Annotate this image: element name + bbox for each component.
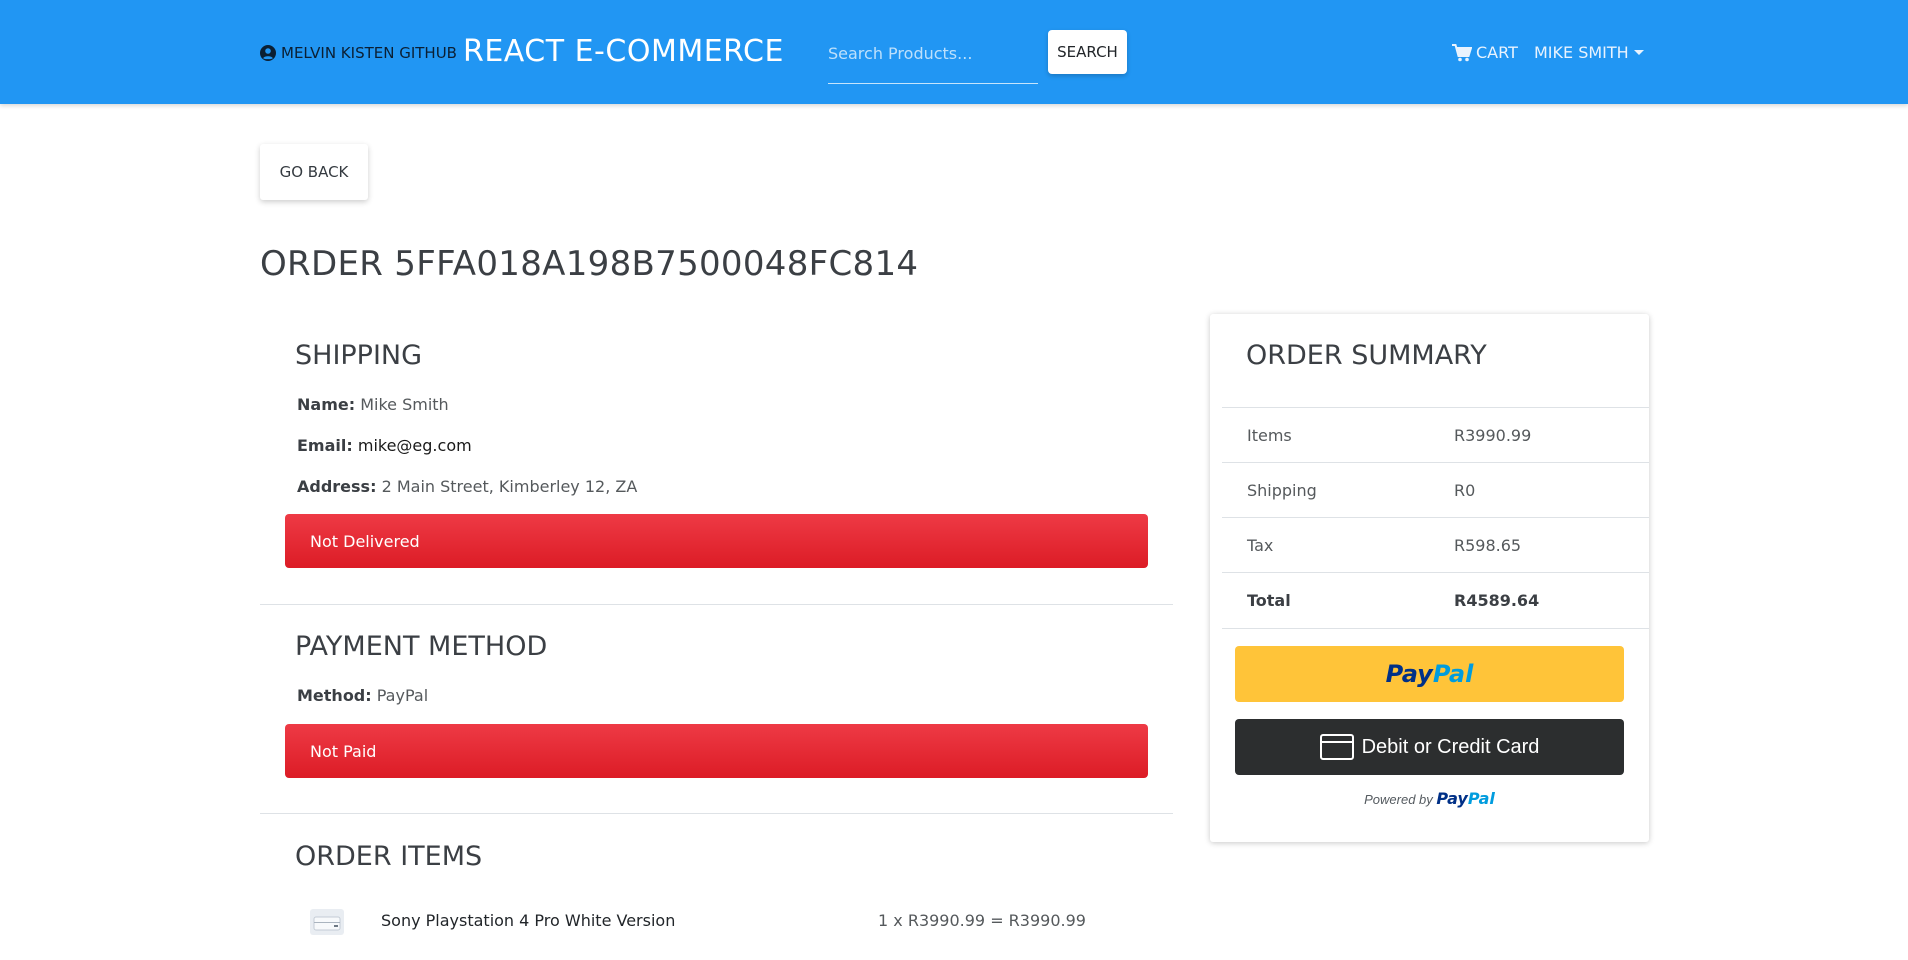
summary-divider [1222,628,1649,629]
go-back-button[interactable]: GO BACK [260,144,368,200]
shipping-address: Address: 2 Main Street, Kimberley 12, ZA [297,477,637,496]
section-divider [260,813,1173,814]
search-input[interactable] [828,30,1038,76]
order-summary-card: ORDER SUMMARY Items R3990.99 Shipping R0… [1210,314,1649,842]
summary-label: Items [1247,426,1292,445]
navbar: MELVIN KISTEN GITHUB REACT E-COMMERCE SE… [0,0,1908,104]
paypal-logo-part1: Pay [1385,660,1433,688]
card-button-label: Debit or Credit Card [1361,735,1540,758]
cart-label: CART [1476,43,1518,62]
list-item: Sony Playstation 4 Pro White Version 1 x… [310,906,1086,936]
shipping-name: Name: Mike Smith [297,395,449,414]
payment-heading: PAYMENT METHOD [295,631,548,662]
item-price-calc: 1 x R3990.99 = R3990.99 [878,911,1086,930]
user-circle-icon [260,45,276,61]
product-thumbnail[interactable] [310,909,344,935]
payment-method: Method: PayPal [297,686,428,705]
payment-status-alert: Not Paid [285,724,1148,778]
paypal-logo-part1: Pay [1436,789,1468,808]
name-value: Mike Smith [360,395,449,414]
summary-row-items: Items R3990.99 [1222,407,1649,462]
cart-link[interactable]: CART [1452,43,1518,62]
summary-row-tax: Tax R598.65 [1222,517,1649,572]
credit-card-icon [1319,734,1354,760]
debit-credit-card-button[interactable]: Debit or Credit Card [1235,719,1624,775]
delivery-status-alert: Not Delivered [285,514,1148,568]
caret-down-icon [1633,50,1644,55]
shopping-cart-icon [1452,43,1472,61]
email-label: Email: [297,436,353,455]
powered-by-paypal: Powered by PayPal [1210,789,1649,808]
user-name: MIKE SMITH [1534,43,1629,62]
search-button[interactable]: SEARCH [1048,30,1127,74]
summary-value: R4589.64 [1454,591,1540,610]
payment-status-text: Not Paid [310,741,377,761]
summary-row-shipping: Shipping R0 [1222,462,1649,517]
paypal-logo-part2: Pal [1432,660,1474,688]
delivery-status-text: Not Delivered [310,531,420,551]
address-value: 2 Main Street, Kimberley 12, ZA [381,477,638,496]
summary-heading: ORDER SUMMARY [1246,340,1487,371]
github-link[interactable]: MELVIN KISTEN GITHUB [260,44,457,62]
powered-by-label: Powered by [1364,792,1433,807]
summary-value: R3990.99 [1454,426,1532,445]
paypal-logo-part2: Pal [1467,789,1495,808]
method-label: Method: [297,686,372,705]
section-divider [260,604,1173,605]
shipping-email: Email: mike@eg.com [297,436,472,455]
paypal-logo: PayPal [1436,789,1494,808]
order-items-heading: ORDER ITEMS [295,841,483,872]
method-value: PayPal [376,686,429,705]
name-label: Name: [297,395,356,414]
email-link[interactable]: mike@eg.com [358,436,472,455]
summary-value: R598.65 [1454,536,1522,555]
github-link-label: MELVIN KISTEN GITHUB [281,44,457,62]
user-dropdown[interactable]: MIKE SMITH [1534,43,1644,62]
summary-row-total: Total R4589.64 [1222,572,1649,627]
summary-label: Total [1247,591,1291,610]
product-link[interactable]: Sony Playstation 4 Pro White Version [381,911,675,930]
brand-logo[interactable]: REACT E-COMMERCE [463,34,784,69]
summary-label: Shipping [1247,481,1317,500]
address-label: Address: [297,477,377,496]
paypal-button[interactable]: Pay Pal [1235,646,1624,702]
page-title: ORDER 5FFA018A198B7500048FC814 [260,244,919,284]
summary-label: Tax [1247,536,1274,555]
shipping-heading: SHIPPING [295,340,423,371]
summary-value: R0 [1454,481,1476,500]
search-field [828,30,1038,84]
